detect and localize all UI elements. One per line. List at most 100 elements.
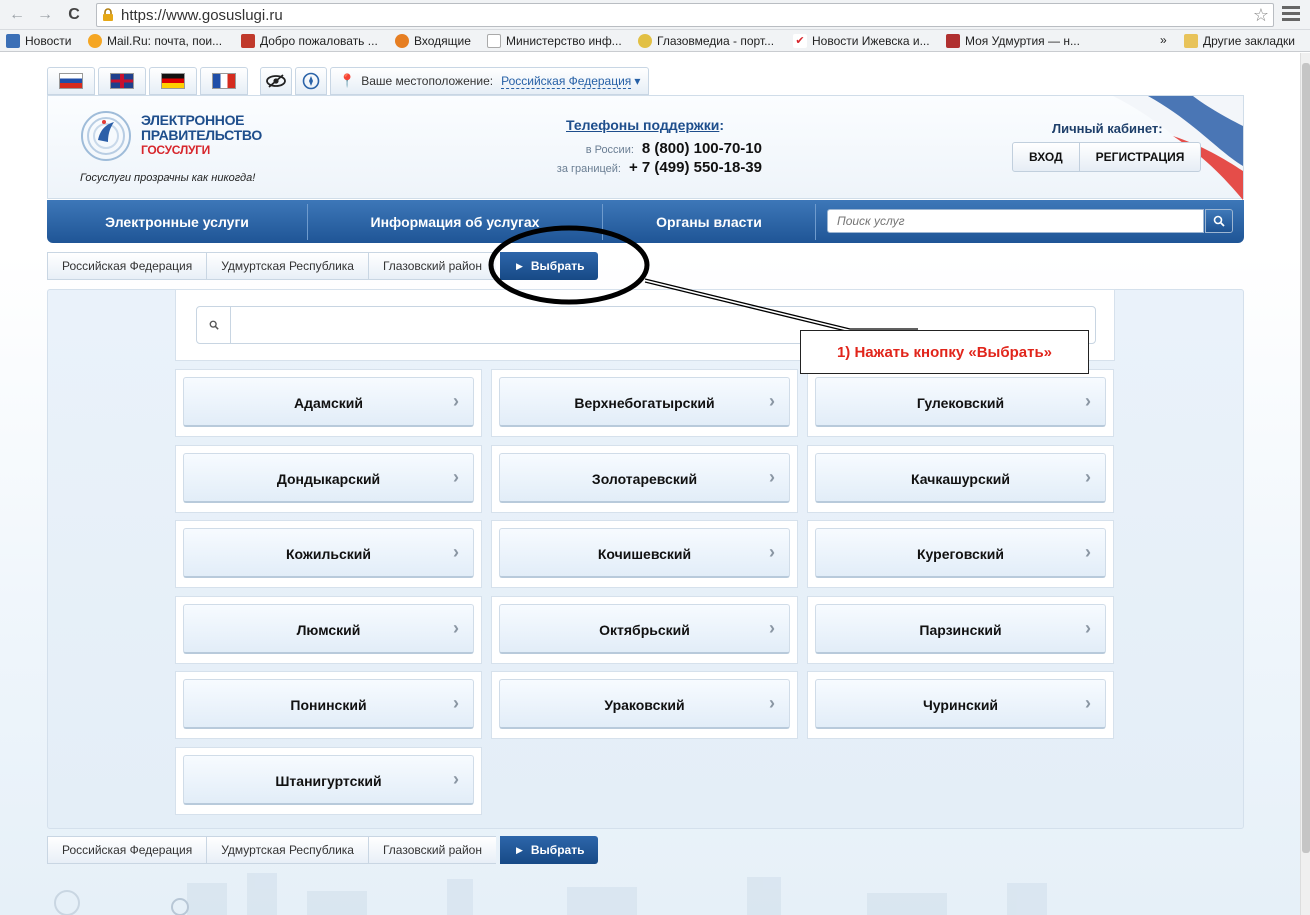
bookmark-favicon-icon <box>638 34 652 48</box>
dropdown-arrow-icon: ▾ <box>634 74 641 88</box>
bookmark-favicon-icon: ✔ <box>793 34 807 48</box>
chevron-right-icon: › <box>1085 391 1091 411</box>
district-button[interactable]: Люмский › <box>183 603 474 654</box>
russia-flag-icon <box>59 73 83 89</box>
annotation-callout: 1) Нажать кнопку «Выбрать» <box>800 330 1089 374</box>
district-search-button[interactable] <box>197 307 231 343</box>
bookmark-star-icon[interactable]: ☆ <box>1253 5 1269 26</box>
location-selector[interactable]: 📍 Ваше местоположение: Российская Федера… <box>330 67 650 95</box>
tab-authorities[interactable]: Органы власти <box>603 200 815 243</box>
district-card: Штанигуртский › <box>175 747 482 815</box>
forward-icon[interactable]: → <box>34 4 56 26</box>
location-value[interactable]: Российская Федерация <box>501 74 632 89</box>
chevron-right-icon: › <box>453 391 459 411</box>
search-icon <box>1213 215 1225 227</box>
search-icon <box>209 320 219 330</box>
lang-en-button[interactable] <box>98 67 146 95</box>
page-scrollbar[interactable] <box>1300 53 1310 915</box>
bookmark-favicon-icon <box>6 34 20 48</box>
lang-fr-button[interactable] <box>200 67 248 95</box>
bookmark-item[interactable]: Моя Удмуртия — н... <box>946 33 1080 49</box>
map-button[interactable] <box>295 67 327 95</box>
nav-divider <box>815 204 816 240</box>
bookmark-item[interactable]: Министерство инф... <box>487 33 622 49</box>
browser-menu-icon[interactable] <box>1282 6 1300 22</box>
lang-de-button[interactable] <box>149 67 197 95</box>
district-button[interactable]: Парзинский › <box>815 603 1106 654</box>
breadcrumb-item[interactable]: Глазовский район <box>367 252 496 280</box>
back-icon[interactable]: ← <box>6 4 28 26</box>
district-card: Адамский › <box>175 369 482 437</box>
district-button[interactable]: Кочишевский › <box>499 528 790 579</box>
district-button[interactable]: Качкашурский › <box>815 452 1106 503</box>
bookmark-item[interactable]: Глазовмедиа - порт... <box>638 33 774 49</box>
district-button[interactable]: Кожильский › <box>183 528 474 579</box>
compass-icon <box>302 72 320 90</box>
bookmark-item[interactable]: ✔ Новости Ижевска и... <box>793 33 930 49</box>
district-button[interactable]: Золотаревский › <box>499 452 790 503</box>
breadcrumb-item[interactable]: Российская Федерация <box>47 836 207 864</box>
support-title-text: Телефоны поддержки <box>566 117 720 133</box>
select-button-bottom[interactable]: ▶ Выбрать <box>499 836 599 864</box>
breadcrumb-item[interactable]: Удмуртская Республика <box>206 836 368 864</box>
phone-abroad-label: за границей: <box>556 163 621 175</box>
gosuslugi-logo-icon[interactable] <box>80 110 132 162</box>
register-button[interactable]: РЕГИСТРАЦИЯ <box>1078 143 1201 171</box>
page-content: 📍 Ваше местоположение: Российская Федера… <box>0 53 1300 915</box>
district-button[interactable]: Чуринский › <box>815 679 1106 730</box>
district-button[interactable]: Ураковский › <box>499 679 790 730</box>
accessibility-button[interactable] <box>260 67 292 95</box>
bookmark-item[interactable]: Добро пожаловать ... <box>241 33 378 49</box>
chevron-right-icon: › <box>769 391 775 411</box>
other-bookmarks[interactable]: Другие закладки <box>1184 33 1295 49</box>
address-url: https://www.gosuslugi.ru <box>121 7 283 24</box>
lang-ru-button[interactable] <box>47 67 95 95</box>
language-bar: 📍 Ваше местоположение: Российская Федера… <box>47 67 650 95</box>
bookmark-favicon-icon <box>946 34 960 48</box>
district-label: Адамский <box>294 395 363 411</box>
district-button[interactable]: Гулековский › <box>815 377 1106 427</box>
district-label: Кожильский <box>286 546 371 563</box>
district-card: Кочишевский › <box>491 520 798 589</box>
breadcrumb-item[interactable]: Глазовский район <box>367 836 496 864</box>
breadcrumb-item[interactable]: Удмуртская Республика <box>206 252 368 280</box>
phone-abroad-row: за границей: + 7 (499) 550-18-39 <box>478 159 762 176</box>
district-button[interactable]: Куреговский › <box>815 528 1106 579</box>
reload-icon[interactable]: C <box>63 4 85 26</box>
tab-service-info[interactable]: Информация об услугах <box>308 200 602 243</box>
cabinet-title: Личный кабинет: <box>1052 121 1163 136</box>
bookmark-favicon-icon <box>88 34 102 48</box>
district-button[interactable]: Октябрьский › <box>499 603 790 654</box>
chevron-right-icon: › <box>769 542 775 563</box>
bookmark-favicon-icon <box>241 34 255 48</box>
service-search-input[interactable] <box>827 209 1204 233</box>
district-button[interactable]: Адамский › <box>183 377 474 427</box>
bookmark-item[interactable]: Входящие <box>395 33 471 49</box>
support-phones-title[interactable]: Телефоны поддержки: <box>566 117 724 133</box>
address-bar[interactable]: https://www.gosuslugi.ru ☆ <box>96 3 1274 27</box>
cabinet-buttons: ВХОД РЕГИСТРАЦИЯ <box>1012 142 1202 172</box>
login-button[interactable]: ВХОД <box>1013 143 1079 171</box>
scrollbar-thumb[interactable] <box>1302 63 1310 853</box>
district-button[interactable]: Дондыкарский › <box>183 452 474 503</box>
bookmarks-more-icon[interactable]: » <box>1160 33 1167 47</box>
bookmark-item[interactable]: Mail.Ru: почта, пои... <box>88 33 222 49</box>
district-button[interactable]: Штанигуртский › <box>183 755 474 805</box>
district-button[interactable]: Верхнебогатырский › <box>499 377 790 427</box>
select-button[interactable]: ▶ Выбрать <box>499 252 599 280</box>
breadcrumb-item[interactable]: Российская Федерация <box>47 252 207 280</box>
eye-icon <box>266 74 286 88</box>
tab-electronic-services[interactable]: Электронные услуги <box>47 200 307 243</box>
service-search-button[interactable] <box>1205 209 1233 233</box>
district-card: Золотаревский › <box>491 444 798 513</box>
district-label: Штанигуртский <box>275 773 382 789</box>
district-card: Дондыкарский › <box>175 444 482 513</box>
support-title-colon: : <box>719 117 725 133</box>
district-card: Парзинский › <box>807 595 1114 664</box>
chevron-right-icon: › <box>1085 542 1091 563</box>
location-pin-icon: 📍 <box>339 73 356 88</box>
logo-text[interactable]: ЭЛЕКТРОННОЕ ПРАВИТЕЛЬСТВО ГОСУСЛУГИ <box>141 113 262 158</box>
chevron-right-icon: › <box>453 542 459 563</box>
district-button[interactable]: Понинский › <box>183 679 474 730</box>
bookmark-item[interactable]: Новости <box>6 33 71 49</box>
